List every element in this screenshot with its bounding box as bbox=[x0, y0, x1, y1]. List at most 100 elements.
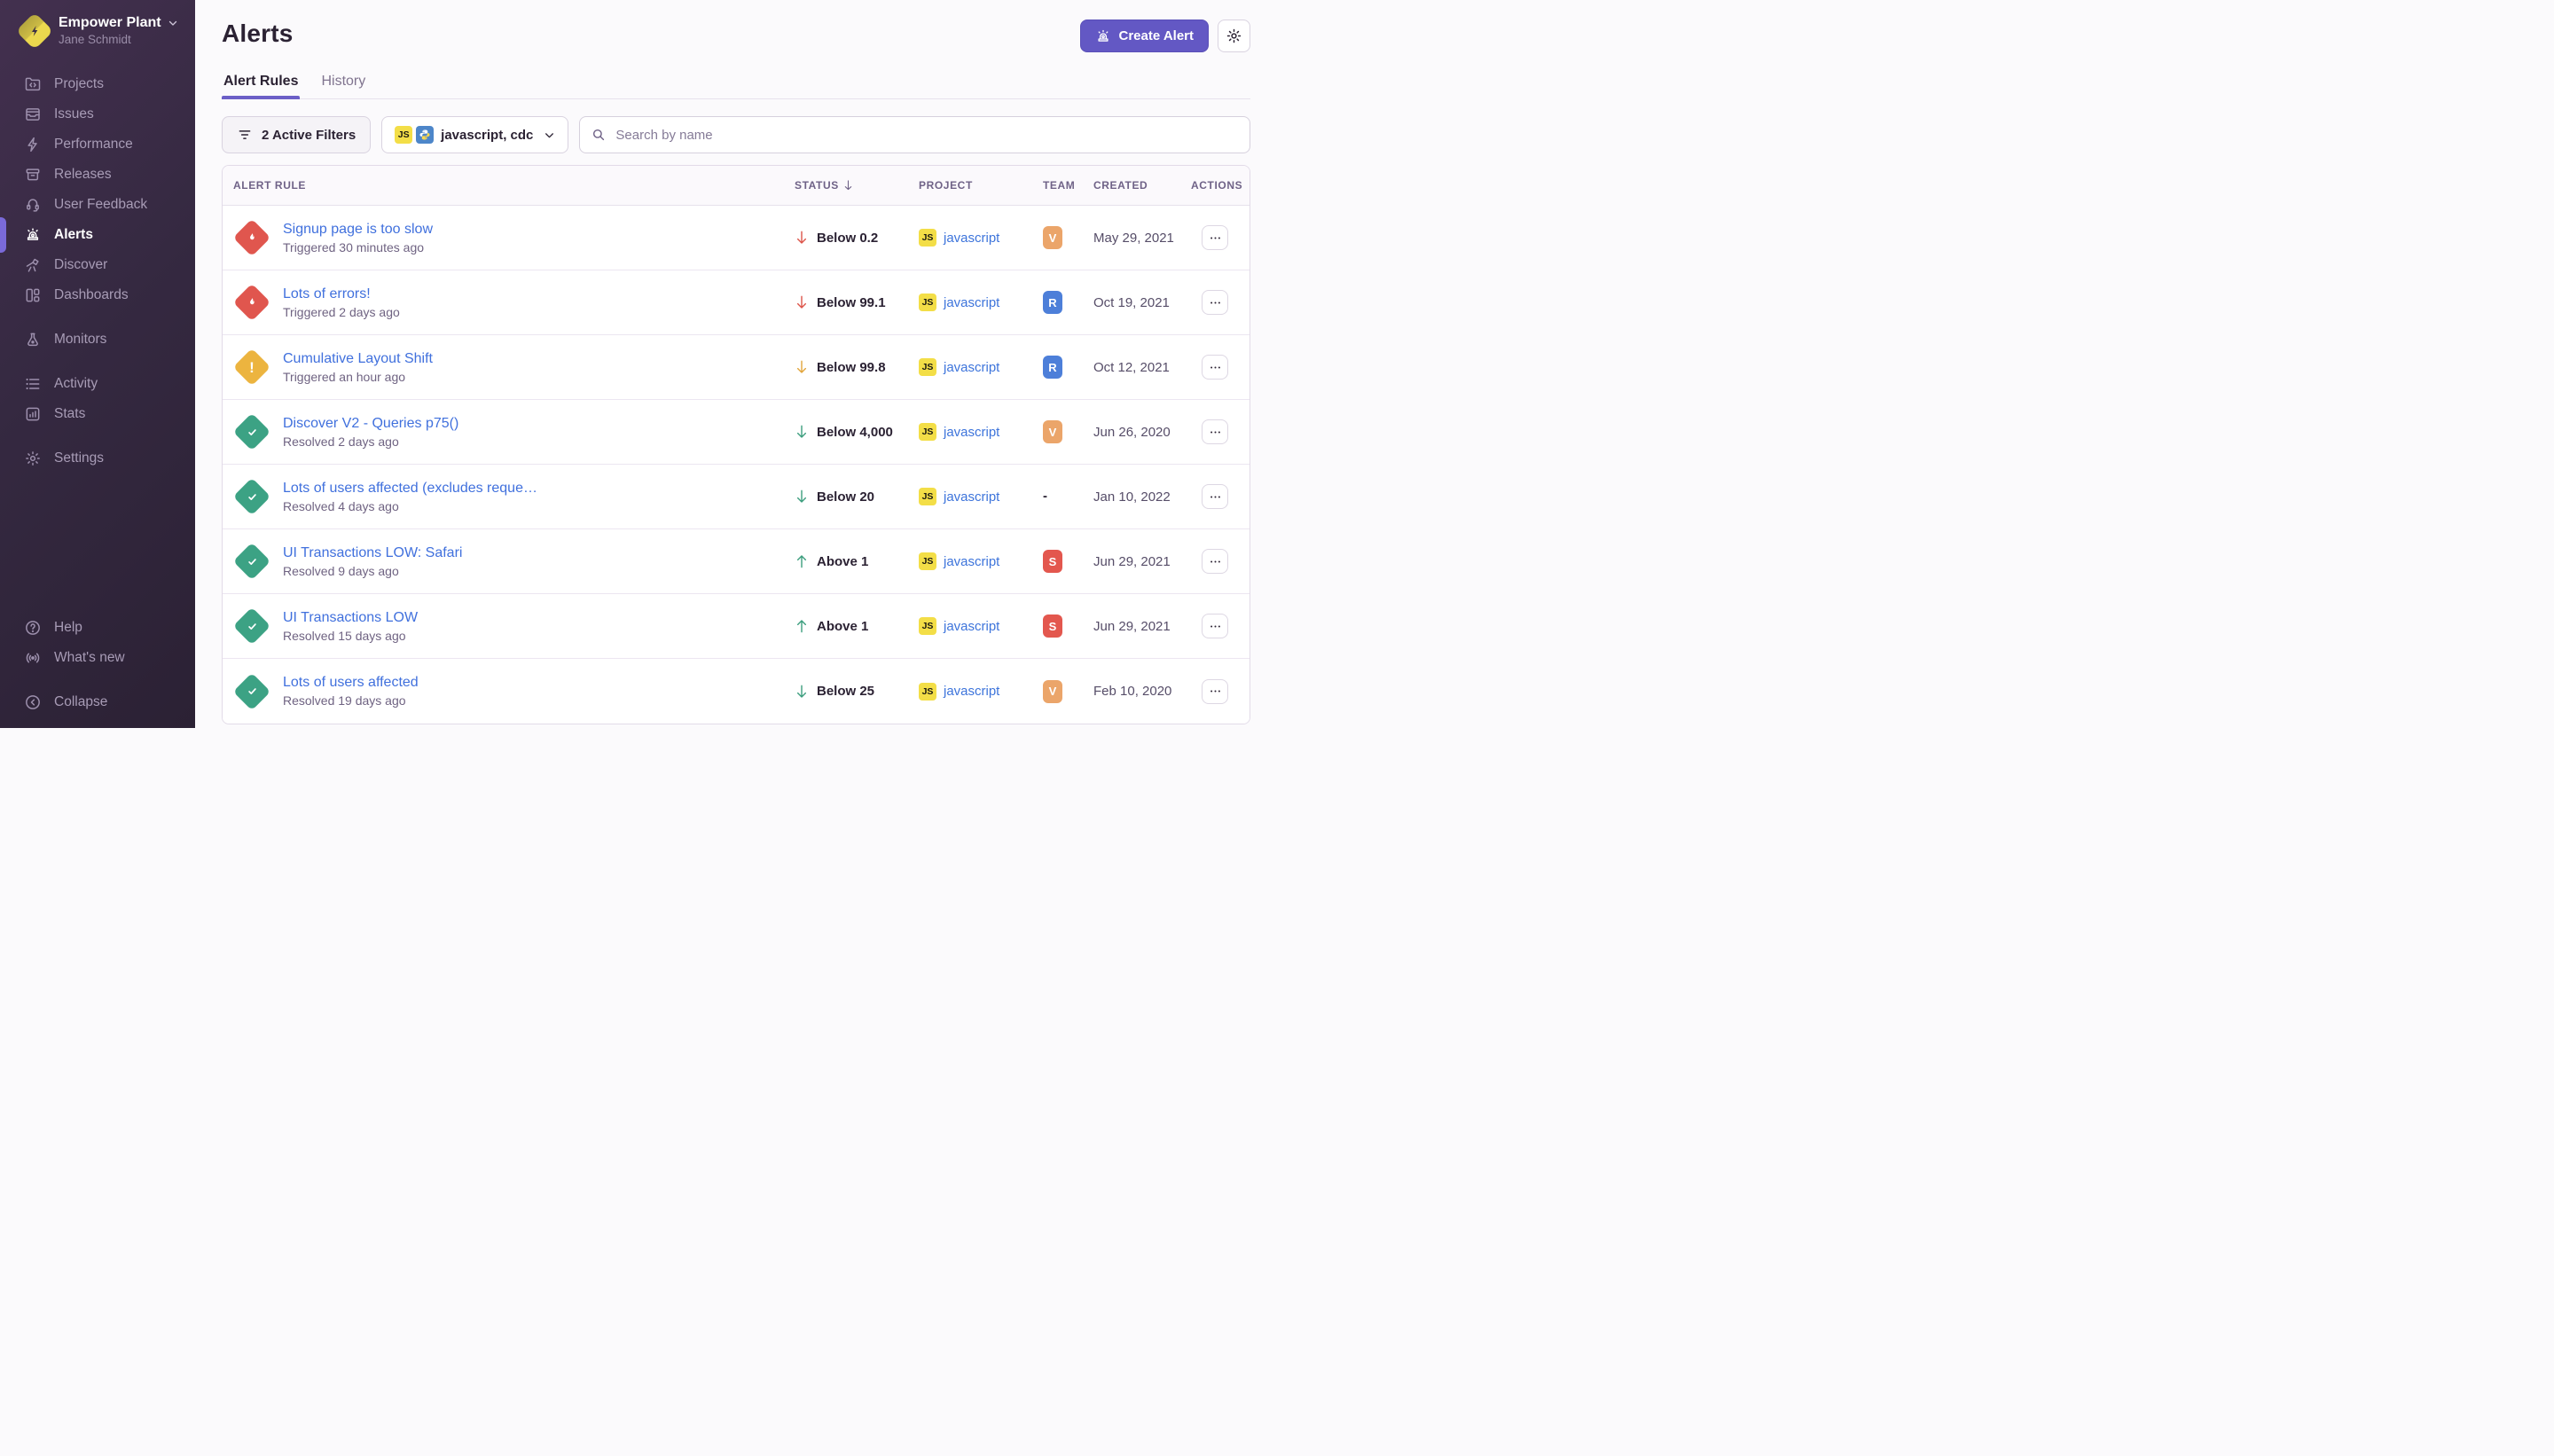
sidebar-item-stats[interactable]: Stats bbox=[0, 399, 195, 429]
nav-item-label: Dashboards bbox=[54, 287, 129, 303]
sidebar-item-discover[interactable]: Discover bbox=[0, 250, 195, 280]
nav-item-label: What's new bbox=[54, 650, 125, 666]
table-row: UI Transactions LOWResolved 15 days agoA… bbox=[223, 594, 1250, 659]
created-date: May 29, 2021 bbox=[1093, 231, 1191, 246]
alert-rule-link[interactable]: Lots of users affected (excludes reque… bbox=[283, 481, 537, 497]
alert-rule-link[interactable]: Signup page is too slow bbox=[283, 222, 433, 238]
status-arrow-down-icon bbox=[795, 489, 809, 505]
alert-rule-link[interactable]: Lots of users affected bbox=[283, 675, 419, 691]
sidebar-item-monitors[interactable]: Monitors bbox=[0, 325, 195, 355]
alert-rule-link[interactable]: Lots of errors! bbox=[283, 286, 400, 302]
team-avatar[interactable]: S bbox=[1043, 614, 1062, 638]
table-row: Lots of errors!Triggered 2 days agoBelow… bbox=[223, 270, 1250, 335]
status-threshold: Below 99.1 bbox=[817, 295, 886, 310]
tab-bar: Alert Rules History bbox=[222, 68, 1250, 99]
created-date: Oct 12, 2021 bbox=[1093, 360, 1191, 375]
sidebar-item-help[interactable]: Help bbox=[0, 613, 195, 643]
user-name: Jane Schmidt bbox=[59, 33, 178, 48]
check-icon bbox=[245, 684, 260, 699]
project-selector[interactable]: JS javascript, cdc bbox=[381, 116, 568, 153]
nav-item-label: Releases bbox=[54, 167, 112, 183]
javascript-platform-icon: JS bbox=[919, 423, 936, 441]
row-actions-button[interactable] bbox=[1202, 225, 1228, 250]
row-actions-button[interactable] bbox=[1202, 290, 1228, 315]
alert-rule-link[interactable]: Discover V2 - Queries p75() bbox=[283, 416, 458, 432]
sidebar-item-user-feedback[interactable]: User Feedback bbox=[0, 190, 195, 220]
column-header-alert-rule[interactable]: ALERT RULE bbox=[233, 179, 795, 192]
team-avatar[interactable]: S bbox=[1043, 550, 1062, 573]
row-actions-button[interactable] bbox=[1202, 614, 1228, 638]
sidebar-item-issues[interactable]: Issues bbox=[0, 99, 195, 129]
alert-rule-link[interactable]: UI Transactions LOW bbox=[283, 610, 418, 626]
column-header-project[interactable]: PROJECT bbox=[919, 179, 1043, 192]
sidebar-item-what-s-new[interactable]: What's new bbox=[0, 643, 195, 673]
sidebar-item-dashboards[interactable]: Dashboards bbox=[0, 280, 195, 310]
row-actions-button[interactable] bbox=[1202, 679, 1228, 704]
created-date: Feb 10, 2020 bbox=[1093, 684, 1191, 699]
sidebar: Empower Plant Jane Schmidt ProjectsIssue… bbox=[0, 0, 195, 728]
sidebar-item-activity[interactable]: Activity bbox=[0, 369, 195, 399]
create-alert-button[interactable]: Create Alert bbox=[1080, 20, 1209, 52]
created-date: Oct 19, 2021 bbox=[1093, 295, 1191, 310]
status-arrow-up-icon bbox=[795, 618, 809, 634]
sidebar-item-performance[interactable]: Performance bbox=[0, 129, 195, 160]
table-row: Discover V2 - Queries p75()Resolved 2 da… bbox=[223, 400, 1250, 465]
column-header-actions[interactable]: ACTIONS bbox=[1191, 179, 1242, 192]
nav-item-label: Stats bbox=[54, 406, 85, 422]
table-header: ALERT RULESTATUSPROJECTTEAMCREATEDACTION… bbox=[223, 166, 1250, 206]
row-actions-button[interactable] bbox=[1202, 355, 1228, 380]
python-platform-icon bbox=[416, 126, 434, 144]
monitors-icon bbox=[23, 330, 42, 348]
team-avatar[interactable]: V bbox=[1043, 680, 1062, 703]
sidebar-item-releases[interactable]: Releases bbox=[0, 160, 195, 190]
collapse-icon bbox=[23, 693, 42, 712]
project-link[interactable]: javascript bbox=[944, 231, 999, 246]
alert-critical-icon bbox=[233, 284, 270, 321]
project-link[interactable]: javascript bbox=[944, 425, 999, 440]
alert-rule-link[interactable]: Cumulative Layout Shift bbox=[283, 351, 433, 367]
nav-item-label: Alerts bbox=[54, 227, 93, 243]
team-avatar[interactable]: V bbox=[1043, 420, 1062, 443]
row-actions-button[interactable] bbox=[1202, 549, 1228, 574]
alert-resolved-icon bbox=[233, 413, 270, 450]
active-filters-button[interactable]: 2 Active Filters bbox=[222, 116, 371, 153]
chevron-down-icon bbox=[168, 18, 178, 28]
org-name: Empower Plant bbox=[59, 14, 161, 32]
check-icon bbox=[245, 619, 260, 634]
tab-alert-rules[interactable]: Alert Rules bbox=[222, 68, 300, 98]
search-input[interactable] bbox=[579, 116, 1250, 153]
settings-gear-button[interactable] bbox=[1218, 20, 1250, 52]
sort-descending-icon bbox=[843, 179, 853, 192]
row-actions-button[interactable] bbox=[1202, 484, 1228, 509]
project-link[interactable]: javascript bbox=[944, 489, 999, 505]
alert-rule-link[interactable]: UI Transactions LOW: Safari bbox=[283, 545, 462, 561]
column-header-created[interactable]: CREATED bbox=[1093, 179, 1191, 192]
team-avatar[interactable]: V bbox=[1043, 226, 1062, 249]
project-link[interactable]: javascript bbox=[944, 360, 999, 375]
org-logo-icon bbox=[16, 12, 53, 50]
row-actions-button[interactable] bbox=[1202, 419, 1228, 444]
project-link[interactable]: javascript bbox=[944, 554, 999, 569]
sidebar-item-projects[interactable]: Projects bbox=[0, 69, 195, 99]
nav-item-label: Performance bbox=[54, 137, 133, 153]
column-header-team[interactable]: TEAM bbox=[1043, 179, 1093, 192]
table-row: Signup page is too slowTriggered 30 minu… bbox=[223, 206, 1250, 270]
org-switcher[interactable]: Empower Plant Jane Schmidt bbox=[0, 0, 195, 57]
project-link[interactable]: javascript bbox=[944, 295, 999, 310]
ellipsis-icon bbox=[1209, 426, 1222, 439]
alert-rule-subtitle: Resolved 15 days ago bbox=[283, 629, 418, 643]
status-threshold: Below 25 bbox=[817, 684, 874, 699]
sidebar-collapse[interactable]: Collapse bbox=[0, 687, 195, 717]
sidebar-item-alerts[interactable]: Alerts bbox=[0, 220, 195, 250]
alert-rules-table: ALERT RULESTATUSPROJECTTEAMCREATEDACTION… bbox=[222, 165, 1250, 724]
project-link[interactable]: javascript bbox=[944, 684, 999, 699]
status-threshold: Below 99.8 bbox=[817, 360, 886, 375]
alert-warning-icon: ! bbox=[233, 348, 270, 386]
user-feedback-icon bbox=[23, 195, 42, 214]
tab-history[interactable]: History bbox=[319, 68, 367, 98]
team-avatar[interactable]: R bbox=[1043, 356, 1062, 379]
sidebar-item-settings[interactable]: Settings bbox=[0, 443, 195, 474]
column-header-status[interactable]: STATUS bbox=[795, 179, 919, 192]
project-link[interactable]: javascript bbox=[944, 619, 999, 634]
team-avatar[interactable]: R bbox=[1043, 291, 1062, 314]
